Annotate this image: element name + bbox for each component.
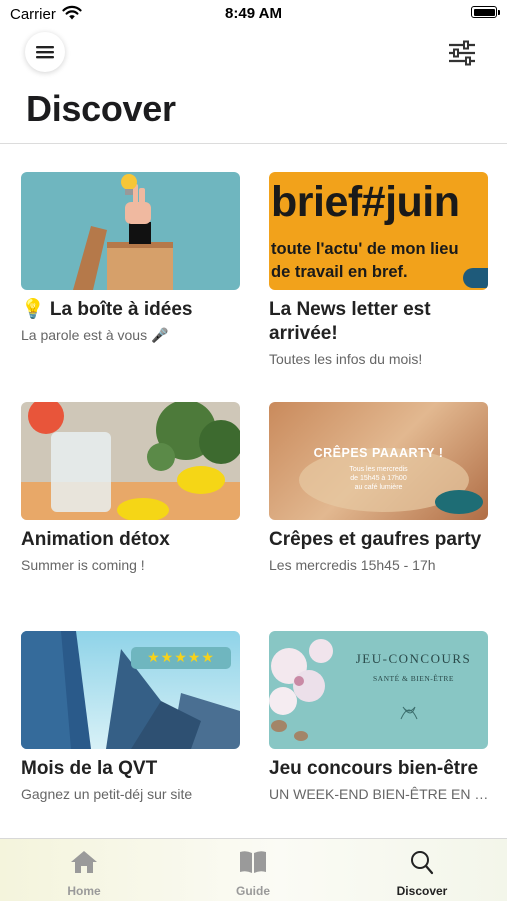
- card-qvt[interactable]: ★★★★★ Mois de la QVT Gagnez un petit-déj…: [21, 631, 241, 802]
- newsletter-headline: brief#juin: [271, 178, 460, 226]
- card-title: 💡 La boîte à idées: [21, 299, 193, 320]
- home-icon: [71, 851, 97, 873]
- tab-discover[interactable]: Discover: [338, 839, 506, 901]
- card-image-qvt: ★★★★★: [21, 631, 240, 749]
- card-idea-box[interactable]: 💡 La boîte à idées La parole est à vous …: [21, 172, 241, 344]
- card-title: La News letter est arrivée!: [269, 299, 431, 344]
- book-icon: [240, 851, 266, 873]
- tab-label: Guide: [235, 884, 270, 898]
- filter-button[interactable]: [444, 36, 480, 70]
- clock: 8:49 AM: [225, 5, 282, 22]
- card-title: Jeu concours bien-être: [269, 758, 479, 779]
- card-image-newsletter: brief#juin toute l'actu' de mon lieu de …: [269, 172, 488, 290]
- contest-headline: JEU-CONCOURS: [355, 651, 472, 666]
- page-title: Discover: [26, 88, 176, 129]
- status-bar: Carrier 8:49 AM: [0, 0, 507, 28]
- crepes-line-1: Tous les mercredis: [349, 466, 408, 473]
- card-subtitle: Toutes les infos du mois!: [269, 351, 423, 367]
- crepes-line-3: au café lumière: [354, 484, 403, 491]
- card-image-crepes: CRÊPES PAAARTY ! Tous les mercredis de 1…: [269, 402, 488, 520]
- tab-home[interactable]: Home: [0, 839, 168, 901]
- card-detox[interactable]: Animation détox Summer is coming !: [21, 402, 241, 573]
- card-image-detox: [21, 402, 240, 520]
- tab-guide[interactable]: Guide: [169, 839, 337, 901]
- card-subtitle: Summer is coming !: [21, 557, 145, 573]
- newsletter-line-2: de travail en bref.: [271, 263, 408, 281]
- header-divider: [0, 143, 507, 144]
- menu-button[interactable]: [25, 32, 65, 72]
- tab-bar: Home Guide Discover: [0, 838, 507, 901]
- card-title: Crêpes et gaufres party: [269, 529, 482, 550]
- card-title: Mois de la QVT: [21, 758, 158, 779]
- crepes-line-2: de 15h45 à 17h00: [350, 475, 407, 482]
- battery-icon: [471, 6, 500, 18]
- card-image-idea-box: [21, 172, 240, 290]
- rating-badge: ★★★★★: [131, 647, 231, 669]
- card-contest[interactable]: JEU-CONCOURS SANTÉ & BIEN-ÊTRE Jeu conco…: [269, 631, 489, 802]
- contest-line-1: SANTÉ & BIEN-ÊTRE: [373, 674, 454, 683]
- card-subtitle: UN WEEK-END BIEN-ÊTRE EN DUO: [269, 786, 489, 802]
- search-icon: [411, 851, 434, 875]
- card-subtitle: Les mercredis 15h45 - 17h: [269, 557, 436, 573]
- hamburger-icon: [36, 46, 54, 59]
- card-crepes[interactable]: CRÊPES PAAARTY ! Tous les mercredis de 1…: [269, 402, 489, 573]
- tab-label: Discover: [396, 884, 448, 898]
- card-image-contest: JEU-CONCOURS SANTÉ & BIEN-ÊTRE: [269, 631, 488, 749]
- card-title: Animation détox: [21, 529, 170, 550]
- tab-label: Home: [67, 884, 101, 898]
- sliders-icon: [449, 40, 475, 66]
- newsletter-line-1: toute l'actu' de mon lieu: [271, 240, 459, 258]
- card-subtitle: La parole est à vous 🎤: [21, 327, 169, 343]
- crepes-headline: CRÊPES PAAARTY !: [313, 446, 444, 460]
- card-subtitle: Gagnez un petit-déj sur site: [21, 786, 193, 802]
- card-newsletter[interactable]: brief#juin toute l'actu' de mon lieu de …: [269, 172, 489, 367]
- star-rating-icon: ★★★★★: [147, 650, 215, 666]
